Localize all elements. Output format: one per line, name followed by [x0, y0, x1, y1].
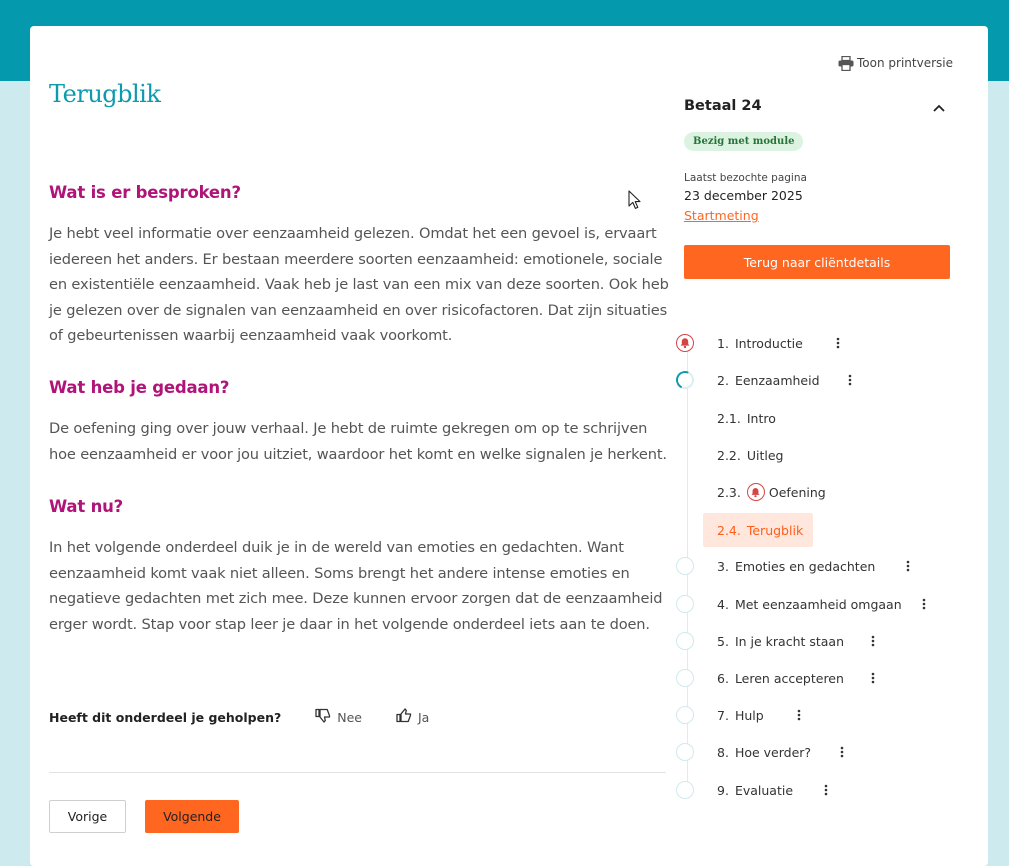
nav-item-number: 7.: [717, 707, 729, 723]
bell-icon: [676, 334, 694, 352]
nav-item-label: In je kracht staan: [734, 633, 845, 649]
status-circle-icon: [676, 781, 694, 799]
section-body: Je hebt veel informatie over eenzaamheid…: [49, 225, 669, 344]
status-circle-icon: [676, 669, 694, 687]
section-heading: Wat heb je gedaan?: [49, 378, 230, 397]
more-options-icon[interactable]: [818, 784, 834, 796]
nav-item-label: Hulp: [734, 707, 764, 723]
nav-item-number: 2.: [717, 372, 729, 388]
more-options-icon[interactable]: [865, 672, 881, 684]
more-options-icon[interactable]: [865, 635, 881, 647]
nav-item-label: Met eenzaamheid omgaan: [734, 596, 902, 612]
content-card: Toon printversie Terugblik Wat is er bes…: [30, 26, 988, 866]
nav-subitem-number: 2.3.: [717, 484, 741, 500]
last-visited-page-link[interactable]: Startmeting: [684, 208, 759, 223]
nav-item-eenzaamheid[interactable]: 2. Eenzaamheid: [673, 368, 858, 392]
nav-subitem-number: 2.2.: [717, 447, 741, 463]
status-badge: Bezig met module: [684, 132, 804, 151]
nav-subitem-label: Oefening: [768, 484, 826, 500]
last-visited-date: 23 december 2025: [684, 188, 803, 203]
status-circle-icon: [676, 743, 694, 761]
section-heading: Wat is er besproken?: [49, 183, 241, 202]
print-version-label: Toon printversie: [857, 56, 953, 70]
nav-item-number: 5.: [717, 633, 729, 649]
module-title: Betaal 24: [684, 98, 762, 114]
mouse-pointer-icon: [628, 190, 642, 214]
chevron-up-icon[interactable]: [932, 100, 946, 114]
nav-item-label: Leren accepteren: [734, 670, 844, 686]
nav-item-label: Introductie: [734, 335, 803, 351]
nav-item-label: Hoe verder?: [734, 744, 812, 760]
more-options-icon[interactable]: [830, 337, 846, 349]
bell-icon: [746, 483, 765, 501]
more-options-icon[interactable]: [791, 709, 807, 721]
nav-subitem-label: Uitleg: [746, 447, 784, 463]
previous-button[interactable]: Vorige: [49, 800, 126, 833]
nav-item-label: Eenzaamheid: [734, 372, 820, 388]
last-visited-label: Laatst bezochte pagina: [684, 172, 807, 184]
nav-item-number: 8.: [717, 744, 729, 760]
feedback-no-label: Nee: [337, 709, 362, 725]
printer-icon: [838, 55, 854, 71]
more-options-icon[interactable]: [834, 746, 850, 758]
nav-item-hoe-verder[interactable]: 8. Hoe verder?: [676, 740, 850, 764]
nav-item-number: 3.: [717, 558, 729, 574]
back-to-client-details-button[interactable]: Terug naar cliëntdetails: [684, 245, 950, 279]
status-circle-icon: [676, 632, 694, 650]
nav-subitem-number: 2.4.: [717, 522, 741, 538]
nav-subitem-intro[interactable]: 2.1. Intro: [717, 406, 776, 430]
more-options-icon[interactable]: [900, 560, 916, 572]
nav-item-emoties-en-gedachten[interactable]: 3. Emoties en gedachten: [676, 554, 916, 578]
nav-item-label: Emoties en gedachten: [734, 558, 876, 574]
nav-item-number: 1.: [717, 335, 729, 351]
section-body: De oefening ging over jouw verhaal. Je h…: [49, 420, 667, 463]
nav-item-hulp[interactable]: 7. Hulp: [676, 703, 807, 727]
nav-item-met-eenzaamheid-omgaan[interactable]: 4. Met eenzaamheid omgaan: [676, 592, 932, 616]
next-button[interactable]: Volgende: [145, 800, 239, 833]
nav-item-in-je-kracht-staan[interactable]: 5. In je kracht staan: [676, 629, 881, 653]
feedback-yes-label: Ja: [417, 709, 430, 725]
nav-item-evaluatie[interactable]: 9. Evaluatie: [676, 778, 834, 802]
nav-item-label: Evaluatie: [734, 782, 794, 798]
thumbs-down-icon: [315, 708, 331, 726]
nav-subitem-label: Intro: [746, 410, 776, 426]
feedback-yes-button[interactable]: Ja: [396, 708, 429, 726]
print-version-link[interactable]: Toon printversie: [838, 53, 953, 73]
nav-item-number: 9.: [717, 782, 729, 798]
nav-subitem-oefening[interactable]: 2.3. Oefening: [717, 480, 826, 504]
more-options-icon[interactable]: [916, 598, 932, 610]
nav-item-leren-accepteren[interactable]: 6. Leren accepteren: [676, 666, 881, 690]
nav-subitem-label: Terugblik: [746, 522, 804, 538]
status-circle-icon: [676, 595, 694, 613]
feedback-bar: Heeft dit onderdeel je geholpen? Nee Ja: [49, 706, 463, 728]
nav-subitem-terugblik[interactable]: 2.4. Terugblik: [703, 513, 813, 547]
status-circle-icon: [676, 706, 694, 724]
nav-subitem-uitleg[interactable]: 2.2. Uitleg: [717, 443, 783, 467]
feedback-no-button[interactable]: Nee: [315, 708, 362, 726]
page-title: Terugblik: [49, 80, 161, 108]
feedback-question: Heeft dit onderdeel je geholpen?: [49, 709, 282, 725]
section-body: In het volgende onderdeel duik je in de …: [49, 539, 663, 633]
section-heading: Wat nu?: [49, 497, 124, 516]
status-circle-icon: [676, 557, 694, 575]
nav-item-number: 6.: [717, 670, 729, 686]
thumbs-up-icon: [396, 708, 412, 726]
divider: [49, 772, 666, 773]
more-options-icon[interactable]: [842, 374, 858, 386]
nav-item-introductie[interactable]: 1. Introductie: [676, 331, 846, 355]
nav-item-number: 4.: [717, 596, 729, 612]
progress-icon: [673, 368, 697, 392]
nav-subitem-number: 2.1.: [717, 410, 741, 426]
